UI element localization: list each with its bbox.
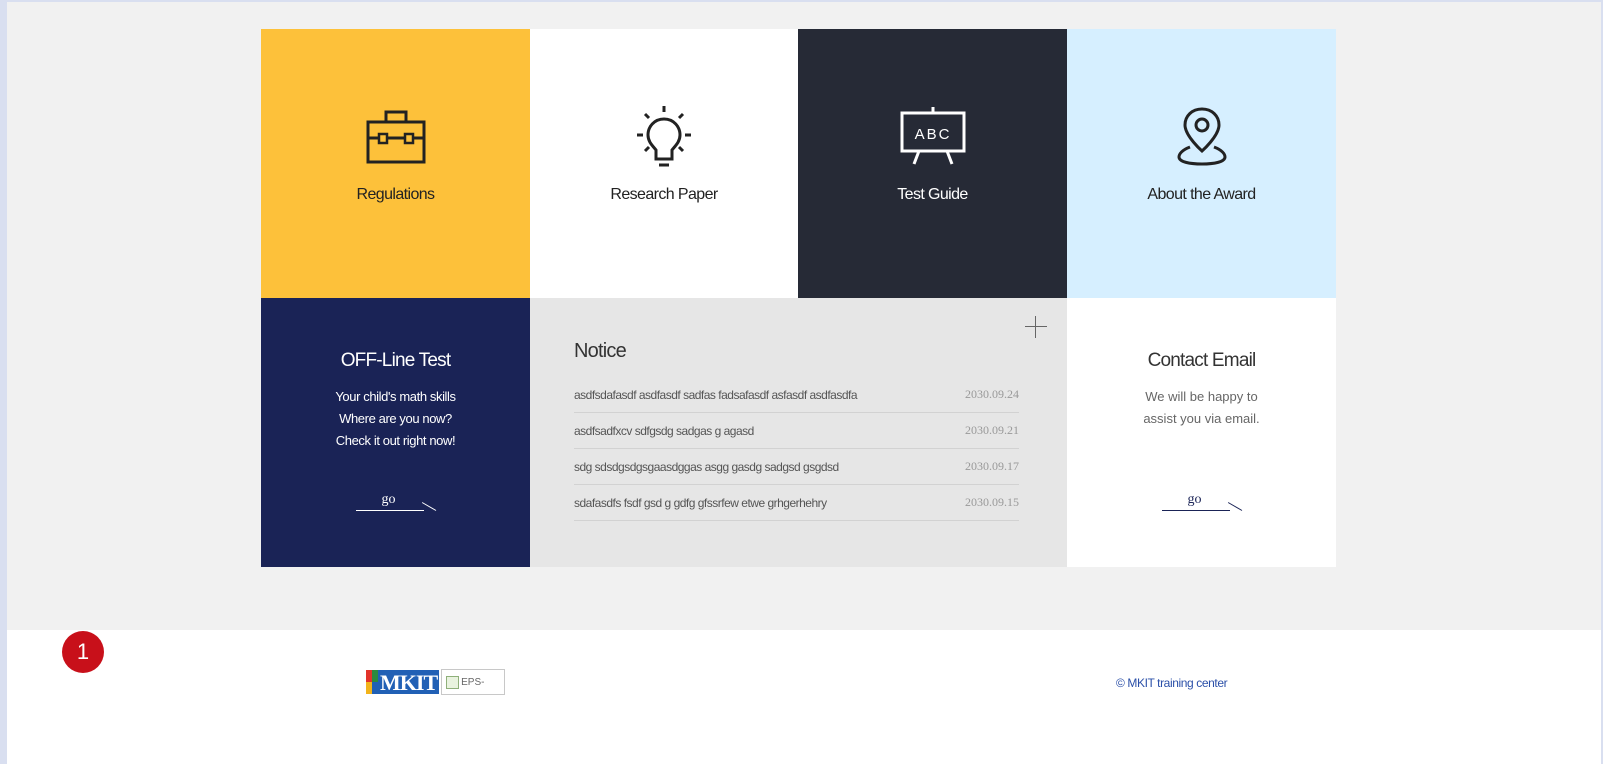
tile-label: Regulations <box>356 186 436 203</box>
notice-item-text: sdg sdsdgsdgsgaasdggas asgg gasdg sadgsd… <box>574 459 839 474</box>
tile-test-guide[interactable]: ABC Test Guide <box>798 29 1067 298</box>
notice-item-date: 2030.09.15 <box>965 495 1019 509</box>
tile-regulations[interactable]: Regulations <box>261 29 530 298</box>
offline-desc-line: Your child's math skills <box>335 389 456 404</box>
notice-list: asdfsdafasdf asdfasdf sadfas fadsafasdf … <box>574 377 1019 521</box>
contact-title: Contact Email <box>1147 350 1257 371</box>
abc-board-text: ABC <box>914 126 951 143</box>
notice-panel: Notice asdfsdafasdf asdfasdf sadfas fads… <box>530 298 1067 567</box>
copyright-text: © MKIT training center <box>1116 676 1228 690</box>
contact-description: We will be happy to assist you via email… <box>1143 386 1259 430</box>
arrow-icon <box>1227 502 1242 511</box>
logo-wordmark: MKIT <box>378 670 440 695</box>
tile-label: About the Award <box>1147 186 1256 203</box>
contact-desc-line: assist you via email. <box>1143 411 1260 426</box>
plus-icon[interactable] <box>1025 316 1047 338</box>
notice-item[interactable]: asdfsdafasdf asdfasdf sadfas fadsafasdf … <box>574 377 1019 413</box>
broken-image-icon <box>446 675 460 689</box>
tile-research-paper[interactable]: Research Paper <box>530 29 798 298</box>
contact-desc-line: We will be happy to <box>1145 389 1258 404</box>
offline-test-panel: OFF-Line Test Your child's math skills W… <box>261 298 530 567</box>
window-frame-top <box>0 0 1603 2</box>
notice-item[interactable]: asdfsadfxcv sdfgsdg sadgas g agasd 2030.… <box>574 413 1019 449</box>
notice-item-date: 2030.09.24 <box>965 387 1019 401</box>
offline-desc-line: Check it out right now! <box>335 433 456 448</box>
arrow-icon <box>421 502 436 511</box>
window-frame-left <box>0 0 7 764</box>
lightbulb-icon <box>634 104 694 168</box>
offline-title: OFF-Line Test <box>340 350 451 371</box>
footer-logo[interactable]: MKIT EPS- <box>366 669 506 695</box>
notice-item[interactable]: sdg sdsdgsdgsgaasdggas asgg gasdg sadgsd… <box>574 449 1019 485</box>
offline-go-link[interactable]: go <box>355 492 436 511</box>
location-pin-icon <box>1174 104 1230 168</box>
annotation-badge: 1 <box>62 631 104 673</box>
logo-mark-icon <box>366 670 378 694</box>
notice-item-text: asdfsdafasdf asdfasdf sadfas fadsafasdf … <box>574 387 858 402</box>
tile-label: Test Guide <box>897 186 968 203</box>
go-underline <box>1161 510 1230 511</box>
tile-about-award[interactable]: About the Award <box>1067 29 1336 298</box>
notice-item-text: asdfsadfxcv sdfgsdg sadgas g agasd <box>574 423 754 438</box>
notice-item-text: sdafasdfs fsdf gsd g gdfg gfssrfew etwe … <box>574 495 827 510</box>
notice-title: Notice <box>574 340 627 362</box>
offline-desc-line: Where are you now? <box>339 411 452 426</box>
go-underline <box>355 510 424 511</box>
quick-menu-grid: Regulations Research Paper ABC Test Guid… <box>261 29 1336 567</box>
broken-image-alt: EPS- <box>461 676 485 688</box>
broken-image-placeholder: EPS- <box>441 669 506 695</box>
notice-item[interactable]: sdafasdfs fsdf gsd g gdfg gfssrfew etwe … <box>574 485 1019 521</box>
contact-go-link[interactable]: go <box>1161 492 1242 511</box>
go-label: go <box>1187 492 1202 507</box>
abc-board-icon: ABC <box>899 104 967 168</box>
notice-item-date: 2030.09.21 <box>965 423 1019 437</box>
contact-email-panel: Contact Email We will be happy to assist… <box>1067 298 1336 567</box>
notice-item-date: 2030.09.17 <box>965 459 1019 473</box>
tile-label: Research Paper <box>610 186 718 203</box>
footer <box>7 630 1601 764</box>
offline-description: Your child's math skills Where are you n… <box>335 386 456 452</box>
briefcase-icon <box>366 104 426 168</box>
go-label: go <box>381 492 396 507</box>
